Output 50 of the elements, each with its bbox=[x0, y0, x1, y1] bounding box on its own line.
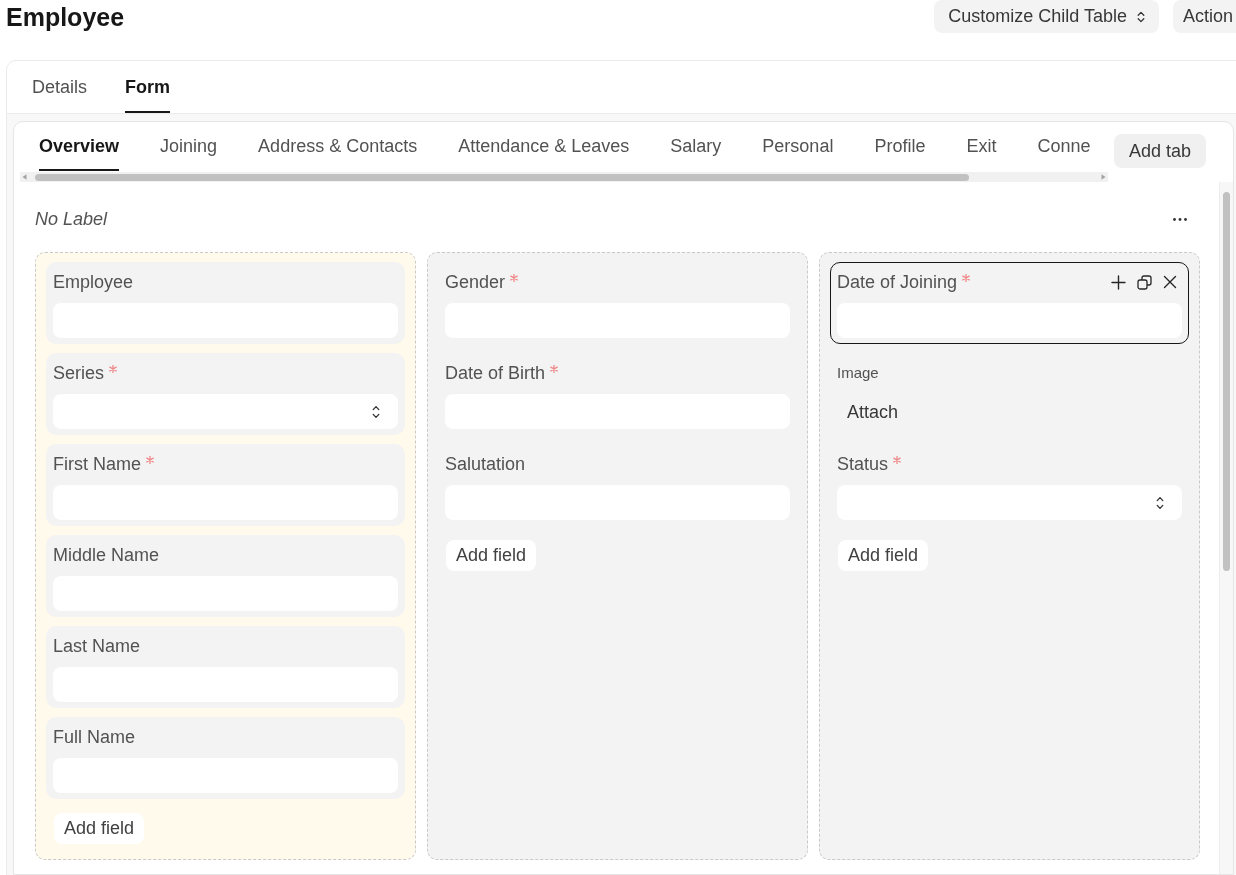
field-card[interactable]: Middle Name bbox=[46, 535, 405, 617]
close-icon[interactable] bbox=[1163, 275, 1177, 289]
field-label: Middle Name bbox=[53, 544, 160, 566]
horizontal-scrollbar[interactable] bbox=[20, 172, 1108, 182]
view-tab[interactable]: Details bbox=[32, 61, 88, 113]
section-label: No Label bbox=[35, 208, 108, 230]
field-label: First Name bbox=[53, 453, 141, 475]
content-tab[interactable]: Salary bbox=[670, 122, 722, 171]
field-card[interactable]: First Name bbox=[46, 444, 405, 526]
field-label: Image bbox=[837, 363, 879, 383]
more-icon[interactable] bbox=[1173, 217, 1187, 221]
caret-left-icon[interactable] bbox=[22, 174, 27, 180]
chevron-up-down-icon bbox=[1136, 10, 1145, 23]
content-tab[interactable]: Attendance & Leaves bbox=[458, 122, 630, 171]
select-field[interactable] bbox=[837, 485, 1182, 520]
attach-button[interactable]: Attach bbox=[837, 396, 909, 427]
field-label: Status bbox=[837, 453, 889, 475]
header-button[interactable]: Action bbox=[1172, 0, 1236, 33]
chevron-up-down-icon bbox=[372, 404, 380, 419]
add-tab-button[interactable]: Add tab bbox=[1114, 134, 1207, 168]
select-field[interactable] bbox=[53, 394, 398, 429]
field-label: Salutation bbox=[445, 453, 526, 475]
page-title: Employee bbox=[6, 2, 125, 32]
content-tab[interactable]: Personal bbox=[762, 122, 834, 171]
field-label: Last Name bbox=[53, 635, 141, 657]
caret-right-icon[interactable] bbox=[1101, 174, 1106, 180]
plus-icon[interactable] bbox=[1111, 274, 1126, 290]
dropdown-button[interactable]: Customize Child Table bbox=[934, 0, 1159, 33]
field-card[interactable]: Full Name bbox=[46, 717, 405, 799]
field-label: Employee bbox=[53, 271, 134, 293]
content-tab[interactable]: Profile bbox=[874, 122, 926, 171]
field-card[interactable]: Last Name bbox=[46, 626, 405, 708]
field-label: Date of Joining bbox=[837, 271, 958, 293]
field-label: Date of Birth bbox=[445, 362, 546, 384]
content-tab[interactable]: Joining bbox=[160, 122, 218, 171]
copy-icon[interactable] bbox=[1137, 274, 1152, 290]
add-field-button[interactable]: Add field bbox=[838, 540, 929, 571]
add-field-button[interactable]: Add field bbox=[446, 540, 537, 571]
field-card[interactable]: Date of Joining bbox=[830, 262, 1189, 344]
field-label: Series bbox=[53, 362, 105, 384]
content-tab[interactable]: Exit bbox=[966, 122, 997, 171]
field-label: Gender bbox=[445, 271, 506, 293]
add-field-button[interactable]: Add field bbox=[54, 813, 145, 844]
content-tab[interactable]: Conne bbox=[1037, 122, 1091, 171]
chevron-up-down-icon bbox=[1156, 495, 1164, 510]
vertical-scrollbar[interactable] bbox=[1219, 182, 1233, 874]
field-card[interactable]: Series bbox=[46, 353, 405, 435]
field-label: Full Name bbox=[53, 726, 136, 748]
content-tab[interactable]: Address & Contacts bbox=[258, 122, 418, 171]
field-card[interactable]: Employee bbox=[46, 262, 405, 344]
